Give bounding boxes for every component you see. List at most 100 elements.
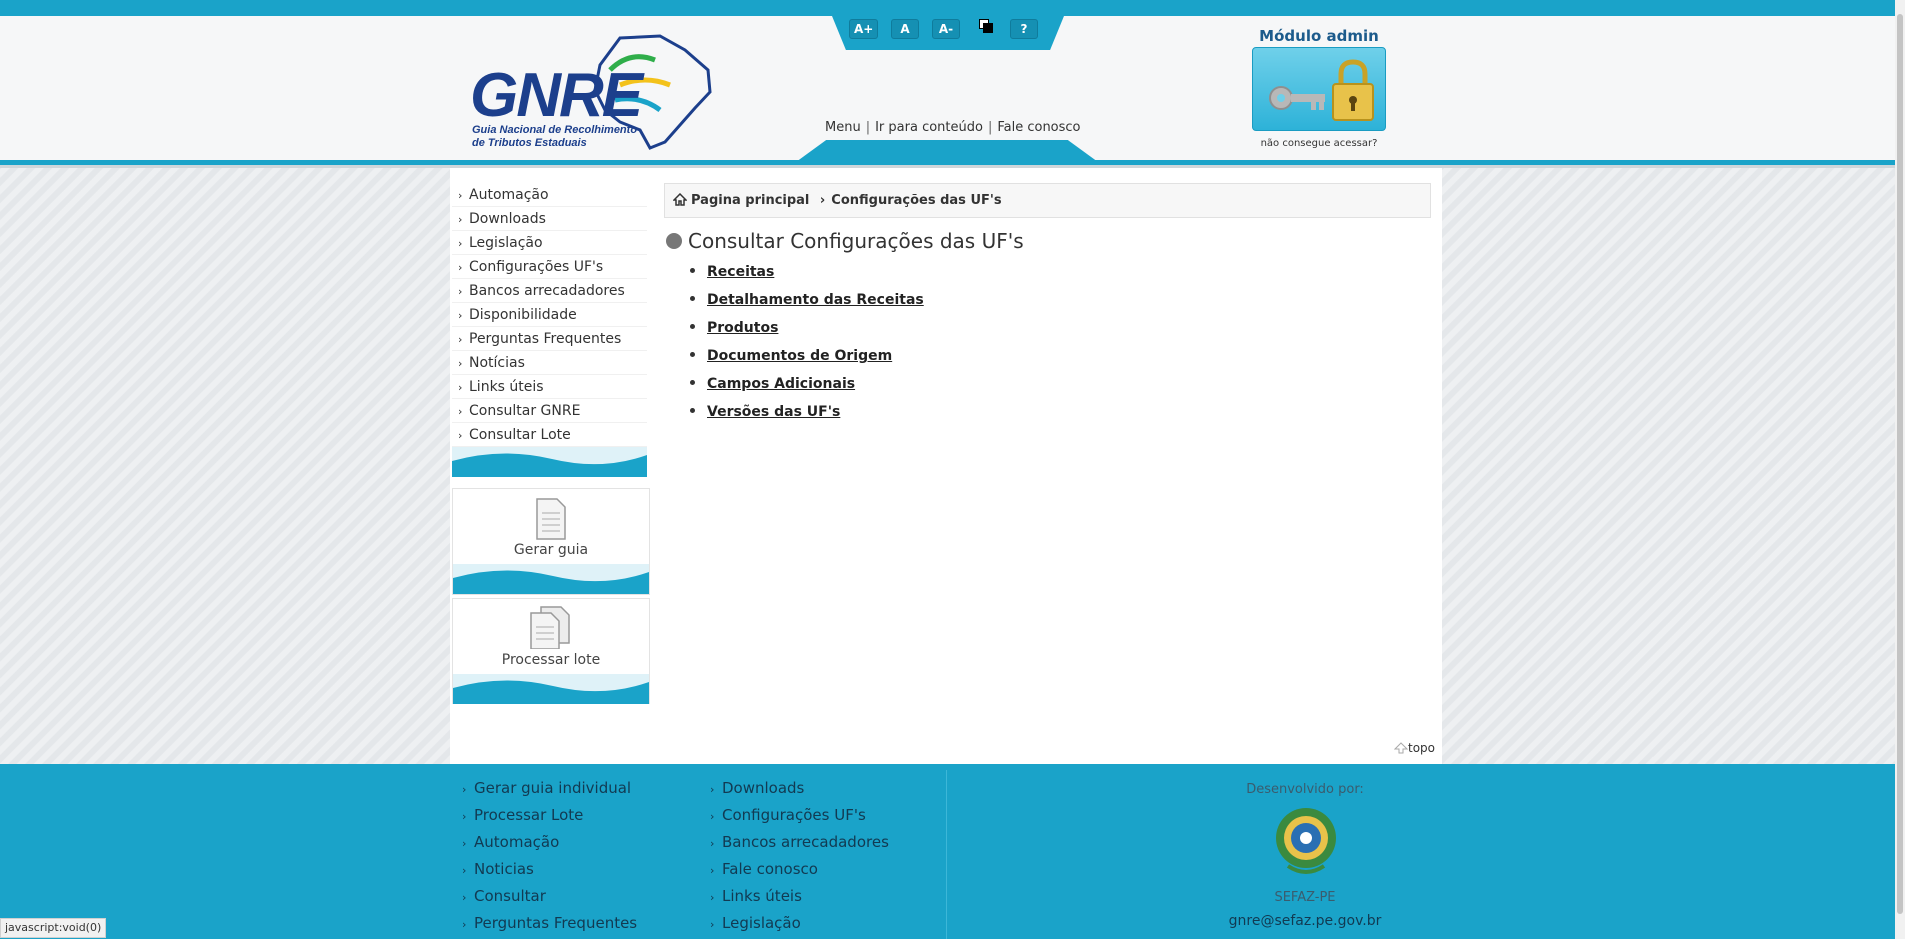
sidebar-item-automacao[interactable]: › Automação [452,183,647,207]
scrollbar-thumb[interactable] [1897,14,1903,914]
bullet-icon [690,407,695,413]
footer-link[interactable]: › Fale conosco [710,859,889,886]
documents-icon [530,606,570,649]
footer-link-label: Gerar guia individual [474,779,632,797]
sidebar-item-links[interactable]: › Links úteis [452,375,647,399]
documentos-origem-link[interactable]: Documentos de Origem [707,348,892,364]
chevron-right-icon: › [458,261,463,274]
sidebar-item-configuracoes[interactable]: › Configurações UF's [452,255,647,279]
chevron-right-icon: › [462,891,467,904]
footer-link[interactable]: › Bancos arrecadadores [710,832,889,859]
contact-email[interactable]: gnre@sefaz.pe.gov.br [1205,913,1405,929]
bullet-icon [690,295,695,301]
detalhamento-receitas-link[interactable]: Detalhamento das Receitas [707,292,924,308]
footer-link[interactable]: › Links úteis [710,886,889,913]
footer-link-label: Downloads [722,779,805,797]
breadcrumb-current: Configurações das UF's [831,193,1002,208]
chevron-right-icon: › [710,891,715,904]
footer-link-label: Links úteis [722,887,802,905]
chevron-right-icon: › [710,918,715,931]
contact-link[interactable]: Fale conosco [997,120,1080,135]
footer-link-label: Legislação [722,914,801,932]
chevron-right-icon: › [458,213,463,226]
footer-link[interactable]: › Gerar guia individual [462,778,637,805]
sidebar-wave [452,447,647,477]
home-icon [672,192,688,206]
sidebar-item-label: Configurações UF's [469,259,604,275]
admin-module-title[interactable]: Módulo admin [1252,27,1386,45]
sidebar-item-label: Downloads [469,211,546,227]
admin-login-button[interactable] [1252,47,1386,131]
normal-font-button[interactable]: A [891,19,919,39]
sidebar-item-noticias[interactable]: › Notícias [452,351,647,375]
sidebar-item-perguntas[interactable]: › Perguntas Frequentes [452,327,647,351]
footer-link-label: Processar Lote [474,806,584,824]
developed-by-label: Desenvolvido por: [1246,782,1364,797]
contrast-icon[interactable] [979,19,995,35]
sidebar-item-legislacao[interactable]: › Legislação [452,231,647,255]
sidebar-item-consultar-gnre[interactable]: › Consultar GNRE [452,399,647,423]
sidebar-item-consultar-lote[interactable]: › Consultar Lote [452,423,647,447]
chevron-right-icon: › [462,918,467,931]
sidebar-item-label: Consultar GNRE [469,403,581,419]
cant-access-link[interactable]: não consegue acessar? [1252,138,1386,149]
bullet-icon [690,323,695,329]
process-batch-label: Processar lote [501,652,601,668]
header-wave [796,140,1098,162]
help-button[interactable]: ? [1010,19,1038,39]
footer-link[interactable]: › Processar Lote [462,805,637,832]
footer-link-label: Consultar [474,887,546,905]
campos-adicionais-link[interactable]: Campos Adicionais [707,376,855,392]
receitas-link[interactable]: Receitas [707,264,774,280]
chevron-right-icon: › [458,309,463,322]
chevron-right-icon: › [462,810,467,823]
sidebar-item-bancos[interactable]: › Bancos arrecadadores [452,279,647,303]
sidebar-item-label: Disponibilidade [469,307,577,323]
footer-link[interactable]: › Consultar [462,886,637,913]
chevron-right-icon: › [458,405,463,418]
skip-to-content-link[interactable]: Ir para conteúdo [875,120,983,135]
process-batch-button[interactable]: Processar lote [452,598,650,704]
chevron-right-icon: › [710,783,715,796]
chevron-right-icon: › [458,357,463,370]
logo-text: GNRE [470,61,643,130]
footer-link[interactable]: › Perguntas Frequentes [462,913,637,939]
sidebar-menu: › Automação › Downloads › Legislação › Confi… [452,183,647,477]
footer-divider [946,770,947,939]
footer-link[interactable]: › Downloads [710,778,889,805]
arrow-circle-icon [666,232,682,249]
footer-link-label: Noticias [474,860,534,878]
increase-font-button[interactable]: A+ [849,19,879,39]
footer-link-label: Perguntas Frequentes [474,914,638,932]
link-separator: | [865,120,871,135]
page-title-text: Consultar Configurações das UF's [688,229,1024,253]
list-item: Campos Adicionais [690,376,924,404]
footer-link-label: Automação [474,833,560,851]
header-links: Menu | Ir para conteúdo | Fale conosco [825,120,1081,135]
sidebar-item-downloads[interactable]: › Downloads [452,207,647,231]
back-to-top-link[interactable]: topo [1393,741,1435,755]
chevron-right-icon: › [462,837,467,850]
footer-link[interactable]: › Automação [462,832,637,859]
list-item: Detalhamento das Receitas [690,292,924,320]
generate-guide-button[interactable]: Gerar guia [452,488,650,595]
decrease-font-button[interactable]: A- [932,19,960,39]
footer-link[interactable]: › Legislação [710,913,889,939]
breadcrumb-home[interactable]: Pagina principal [691,193,809,208]
footer-link[interactable]: › Noticias [462,859,637,886]
logo-subtitle-line2: de Tributos Estaduais [472,137,587,149]
footer-column-1: › Gerar guia individual › Processar Lote ›… [462,778,637,939]
sidebar-item-disponibilidade[interactable]: › Disponibilidade [452,303,647,327]
footer-link-label: Bancos arrecadadores [722,833,889,851]
bullet-icon [690,267,695,273]
document-icon [536,498,566,540]
gnre-logo[interactable]: GNRE Guia Nacional de Recolhimento de Tr… [470,30,718,152]
sidebar-item-label: Links úteis [469,379,544,395]
pernambuco-seal-icon[interactable] [1266,800,1346,880]
produtos-link[interactable]: Produtos [707,320,778,336]
menu-link[interactable]: Menu [825,120,861,135]
box-wave [453,674,649,704]
footer-link[interactable]: › Configurações UF's [710,805,889,832]
versoes-ufs-link[interactable]: Versões das UF's [707,404,840,420]
arrow-up-icon [1393,741,1409,753]
